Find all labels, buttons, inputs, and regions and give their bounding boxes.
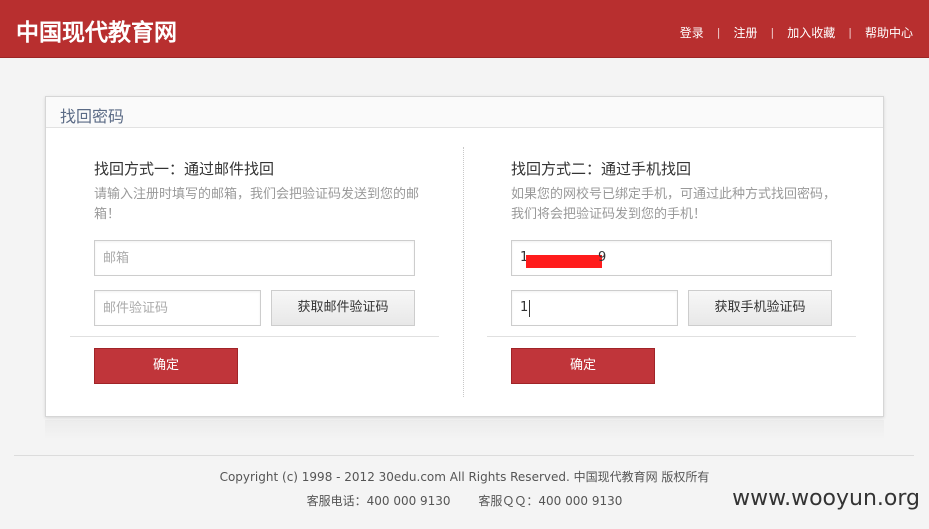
panel-title: 找回密码 (60, 107, 125, 126)
email-method-description: 请输入注册时填写的邮箱，我们会把验证码发送到您的邮箱！ (94, 187, 420, 222)
recover-password-panel: 找回密码 找回方式一：通过邮件找回 请输入注册时填写的邮箱，我们会把验证码发送到… (45, 96, 884, 417)
get-email-code-button[interactable]: 获取邮件验证码 (271, 290, 415, 326)
nav-help-link[interactable]: 帮助中心 (865, 24, 913, 41)
nav-register-link[interactable]: 注册 (734, 24, 758, 41)
site-logo[interactable]: 中国现代教育网 (16, 13, 177, 47)
panel-shadow (45, 420, 884, 440)
watermark: www.wooyun.org (732, 486, 920, 511)
footer-phone: 客服电话：400 000 9130 (306, 494, 451, 508)
nav-login-link[interactable]: 登录 (680, 24, 704, 41)
email-submit-button[interactable]: 确定 (94, 348, 238, 384)
phone-submit-button[interactable]: 确定 (511, 348, 655, 384)
footer-copyright: Copyright (c) 1998 - 2012 30edu.com All … (219, 470, 710, 484)
email-code-input[interactable] (94, 290, 261, 326)
panel-header: 找回密码 (46, 97, 883, 128)
get-phone-code-button[interactable]: 获取手机验证码 (688, 290, 832, 326)
phone-code-value: 1 (520, 300, 529, 315)
section-divider (70, 336, 439, 337)
footer-divider (14, 455, 914, 456)
section-divider (487, 336, 856, 337)
phone-code-input[interactable]: 1 (511, 290, 678, 326)
nav-favorite-link[interactable]: 加入收藏 (787, 24, 835, 41)
phone-input[interactable]: 1 9 (511, 240, 832, 276)
footer-qq: 客服ＱＱ：400 000 9130 (478, 494, 623, 508)
nav-separator: | (848, 26, 852, 39)
email-input[interactable] (94, 240, 415, 276)
redaction-mark (526, 255, 602, 268)
nav-separator: | (716, 26, 721, 39)
site-header: 中国现代教育网 登录 | 注册 | 加入收藏 | 帮助中心 (0, 0, 929, 58)
email-method-title: 找回方式一：通过邮件找回 (94, 160, 275, 178)
top-nav: 登录 | 注册 | 加入收藏 | 帮助中心 (680, 24, 913, 41)
phone-method-description: 如果您的网校号已绑定手机，可通过此种方式找回密码，我们将会把验证码发到您的手机！ (511, 187, 837, 222)
text-caret (529, 300, 530, 317)
nav-separator: | (770, 26, 775, 39)
column-divider (463, 147, 464, 397)
phone-method-title: 找回方式二：通过手机找回 (511, 160, 692, 178)
phone-suffix: 9 (598, 250, 607, 265)
